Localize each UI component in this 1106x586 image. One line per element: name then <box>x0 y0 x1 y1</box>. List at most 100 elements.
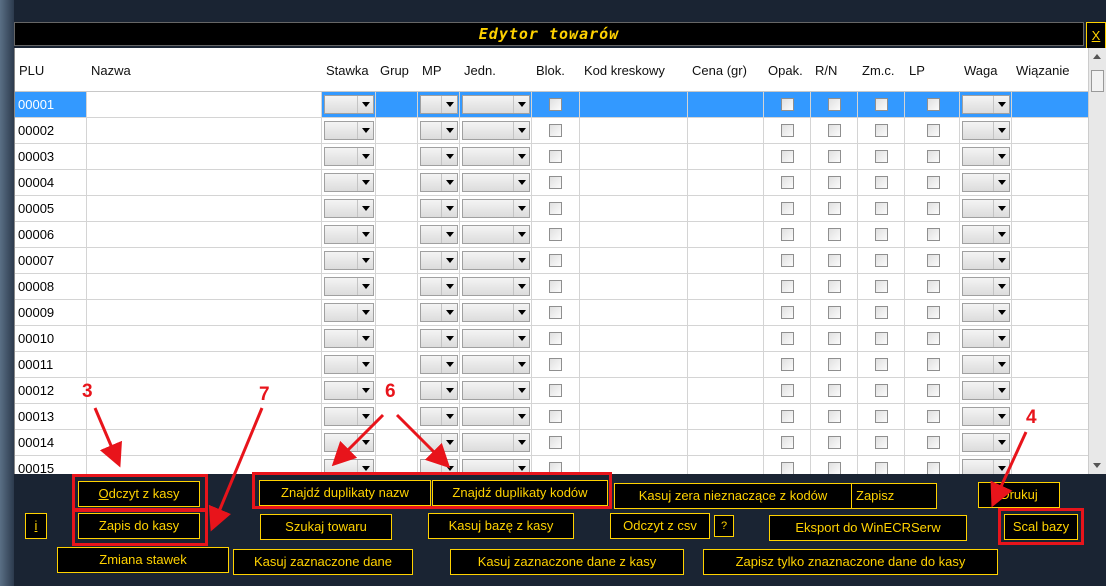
checkbox-icon[interactable] <box>875 228 888 241</box>
dropdown-select[interactable] <box>324 173 374 192</box>
grid-cell[interactable] <box>580 248 688 273</box>
plu-cell[interactable]: 00001 <box>15 92 87 117</box>
checkbox-icon[interactable] <box>549 254 562 267</box>
grid-cell[interactable] <box>688 144 764 169</box>
dropdown-select[interactable] <box>324 121 374 140</box>
grid-cell[interactable] <box>688 404 764 429</box>
plu-cell[interactable]: 00006 <box>15 222 87 247</box>
chevron-down-icon[interactable] <box>513 330 529 347</box>
chevron-down-icon[interactable] <box>441 122 457 139</box>
write-to-register-button[interactable]: Zapis do kasy <box>78 513 200 539</box>
dropdown-select[interactable] <box>324 381 374 400</box>
column-header[interactable]: MP <box>418 48 460 92</box>
table-row[interactable]: 00005 <box>15 196 1088 222</box>
chevron-down-icon[interactable] <box>513 460 529 474</box>
checkbox-icon[interactable] <box>927 176 940 189</box>
checkbox-icon[interactable] <box>781 410 794 423</box>
column-header[interactable]: Cena (gr) <box>688 48 764 92</box>
dropdown-select[interactable] <box>462 277 530 296</box>
delete-nonsignificant-zeros-button[interactable]: Kasuj zera nieznaczące z kodów <box>614 483 852 509</box>
table-row[interactable]: 00010 <box>15 326 1088 352</box>
checkbox-icon[interactable] <box>828 410 841 423</box>
name-cell[interactable] <box>87 274 322 299</box>
grid-cell[interactable] <box>376 170 418 195</box>
checkbox-icon[interactable] <box>875 332 888 345</box>
dropdown-select[interactable] <box>462 407 530 426</box>
name-cell[interactable] <box>87 378 322 403</box>
chevron-down-icon[interactable] <box>513 278 529 295</box>
dropdown-select[interactable] <box>420 277 458 296</box>
checkbox-icon[interactable] <box>781 384 794 397</box>
table-row[interactable]: 00002 <box>15 118 1088 144</box>
checkbox-icon[interactable] <box>927 98 940 111</box>
dropdown-select[interactable] <box>462 459 530 474</box>
dropdown-select[interactable] <box>420 433 458 452</box>
dropdown-select[interactable] <box>462 95 530 114</box>
dropdown-select[interactable] <box>962 303 1010 322</box>
chevron-down-icon[interactable] <box>357 122 373 139</box>
dropdown-select[interactable] <box>962 329 1010 348</box>
chevron-down-icon[interactable] <box>357 278 373 295</box>
grid-cell[interactable] <box>580 222 688 247</box>
chevron-down-icon[interactable] <box>357 200 373 217</box>
grid-cell[interactable] <box>580 118 688 143</box>
chevron-down-icon[interactable] <box>993 434 1009 451</box>
dropdown-select[interactable] <box>962 225 1010 244</box>
grid-cell[interactable] <box>376 118 418 143</box>
dropdown-select[interactable] <box>462 173 530 192</box>
column-header[interactable]: Stawka <box>322 48 376 92</box>
checkbox-icon[interactable] <box>927 280 940 293</box>
chevron-down-icon[interactable] <box>357 304 373 321</box>
grid-cell[interactable] <box>688 222 764 247</box>
checkbox-icon[interactable] <box>549 358 562 371</box>
scroll-down-icon[interactable] <box>1093 463 1101 468</box>
chevron-down-icon[interactable] <box>441 200 457 217</box>
read-from-register-button[interactable]: Odczyt z kasy <box>78 481 200 507</box>
checkbox-icon[interactable] <box>549 150 562 163</box>
plu-cell[interactable]: 00004 <box>15 170 87 195</box>
checkbox-icon[interactable] <box>875 124 888 137</box>
chevron-down-icon[interactable] <box>513 304 529 321</box>
chevron-down-icon[interactable] <box>513 174 529 191</box>
checkbox-icon[interactable] <box>828 150 841 163</box>
table-row[interactable]: 00009 <box>15 300 1088 326</box>
chevron-down-icon[interactable] <box>513 226 529 243</box>
chevron-down-icon[interactable] <box>357 174 373 191</box>
checkbox-icon[interactable] <box>781 228 794 241</box>
checkbox-icon[interactable] <box>781 150 794 163</box>
search-product-button[interactable]: Szukaj towaru <box>260 514 392 540</box>
checkbox-icon[interactable] <box>781 462 794 474</box>
checkbox-icon[interactable] <box>828 254 841 267</box>
checkbox-icon[interactable] <box>549 228 562 241</box>
checkbox-icon[interactable] <box>549 176 562 189</box>
chevron-down-icon[interactable] <box>441 434 457 451</box>
column-header[interactable]: Grup <box>376 48 418 92</box>
plu-cell[interactable]: 00010 <box>15 326 87 351</box>
dropdown-select[interactable] <box>324 329 374 348</box>
checkbox-icon[interactable] <box>781 306 794 319</box>
plu-cell[interactable]: 00005 <box>15 196 87 221</box>
chevron-down-icon[interactable] <box>993 252 1009 269</box>
table-row[interactable]: 00003 <box>15 144 1088 170</box>
grid-cell[interactable] <box>376 144 418 169</box>
grid-cell[interactable] <box>580 170 688 195</box>
chevron-down-icon[interactable] <box>993 304 1009 321</box>
chevron-down-icon[interactable] <box>441 96 457 113</box>
delete-selected-from-register-button[interactable]: Kasuj zaznaczone dane z kasy <box>450 549 684 575</box>
checkbox-icon[interactable] <box>781 202 794 215</box>
plu-cell[interactable]: 00013 <box>15 404 87 429</box>
name-cell[interactable] <box>87 170 322 195</box>
dropdown-select[interactable] <box>962 173 1010 192</box>
grid-cell[interactable] <box>1012 274 1088 299</box>
checkbox-icon[interactable] <box>781 332 794 345</box>
chevron-down-icon[interactable] <box>513 252 529 269</box>
checkbox-icon[interactable] <box>828 98 841 111</box>
checkbox-icon[interactable] <box>549 202 562 215</box>
grid-cell[interactable] <box>688 196 764 221</box>
chevron-down-icon[interactable] <box>357 434 373 451</box>
plu-cell[interactable]: 00014 <box>15 430 87 455</box>
save-button[interactable]: Zapisz <box>851 483 937 509</box>
vertical-scrollbar[interactable] <box>1088 48 1106 474</box>
checkbox-icon[interactable] <box>927 150 940 163</box>
checkbox-icon[interactable] <box>927 358 940 371</box>
